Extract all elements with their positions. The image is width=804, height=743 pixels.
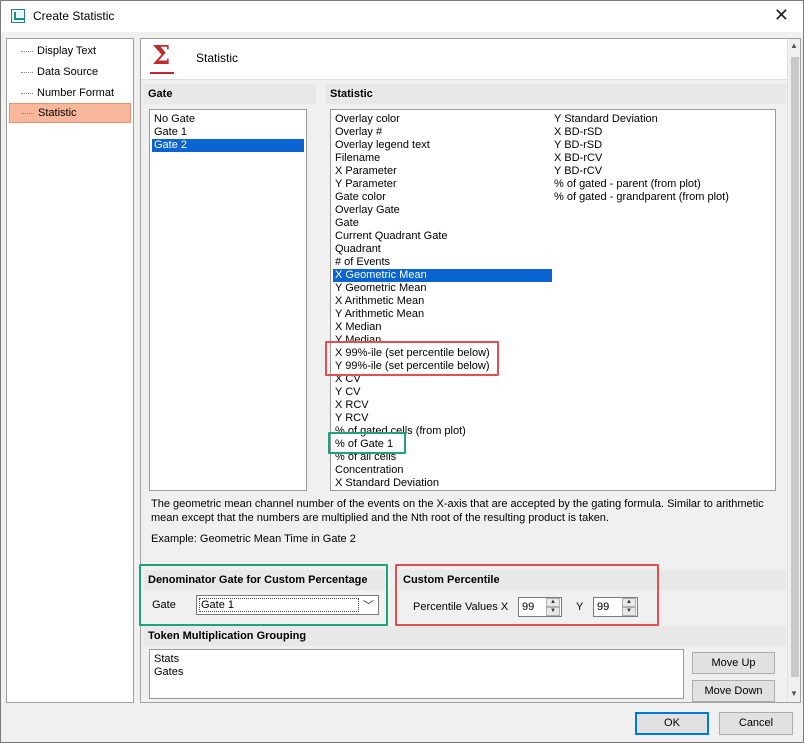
gate-section-label: Gate [144,84,316,104]
statistic-item[interactable]: Concentration [333,464,552,477]
page-header: Σ Statistic [141,39,800,80]
nav-tree: Display Text Data Source Number Format S… [6,38,134,703]
statistic-item[interactable]: Y Geometric Mean [333,282,552,295]
statistic-item[interactable]: X BD-rCV [552,152,602,165]
create-statistic-dialog: Create Statistic ✕ Display Text Data Sou… [0,0,804,743]
statistic-item[interactable]: Filename [333,152,552,165]
statistic-item[interactable]: X BD-rSD [552,126,602,139]
sigma-underline [150,72,174,74]
statistic-item[interactable]: # of Events [333,256,552,269]
statistic-item[interactable]: Gate [333,217,552,230]
gate-listbox[interactable]: No Gate Gate 1 Gate 2 [149,109,307,491]
statistic-item[interactable]: Overlay # [333,126,552,139]
gate-item-gate-1[interactable]: Gate 1 [152,126,304,139]
scroll-down-icon[interactable]: ▼ [790,689,798,698]
statistic-item[interactable]: Current Quadrant Gate [333,230,552,243]
statistic-item[interactable]: Y BD-rCV [552,165,602,178]
content-panel: Σ Statistic Gate No Gate Gate 1 Gate 2 S… [139,38,801,703]
move-down-button[interactable]: Move Down [692,680,775,702]
gate-item-no-gate[interactable]: No Gate [152,113,304,126]
title-bar: Create Statistic ✕ [1,1,803,32]
statistic-description: The geometric mean channel number of the… [151,498,764,524]
statistic-item[interactable]: X Parameter [333,165,552,178]
statistic-example: Example: Geometric Mean Time in Gate 2 [151,533,356,545]
token-item-gates[interactable]: Gates [152,666,183,679]
statistic-item[interactable]: Overlay color [333,113,552,126]
statistic-section-label: Statistic [326,84,786,104]
scroll-thumb[interactable] [791,57,799,677]
close-icon[interactable]: ✕ [774,5,789,26]
statistic-item[interactable]: Y Arithmetic Mean [333,308,552,321]
scroll-up-icon[interactable]: ▲ [790,41,798,50]
content-scrollbar[interactable]: ▲ ▼ [787,39,800,702]
statistic-item[interactable]: Y BD-rSD [552,139,602,152]
statistic-item[interactable]: % of gated - grandparent (from plot) [552,191,729,204]
cancel-button[interactable]: Cancel [719,712,793,735]
statistic-item[interactable]: X Standard Deviation [333,477,552,490]
nav-item-number-format[interactable]: Number Format [9,84,131,102]
nav-item-display-text[interactable]: Display Text [9,42,131,60]
statistic-item[interactable]: Y CV [333,386,552,399]
sigma-icon: Σ [152,41,171,71]
denominator-highlight [139,564,388,626]
token-section-label: Token Multiplication Grouping [144,626,786,646]
statistic-item[interactable]: Y Parameter [333,178,552,191]
statistic-item[interactable]: X Arithmetic Mean [333,295,552,308]
move-up-button[interactable]: Move Up [692,652,775,674]
gate-item-gate-2[interactable]: Gate 2 [152,139,304,152]
statistic-item[interactable]: Quadrant [333,243,552,256]
nav-item-statistic[interactable]: Statistic [9,103,131,123]
statistic-item[interactable]: Gate color [333,191,552,204]
statistic-item[interactable]: X Geometric Mean [333,269,552,282]
statistic-item[interactable]: X Median [333,321,552,334]
nav-item-data-source[interactable]: Data Source [9,63,131,81]
statistic-item[interactable]: Y RCV [333,412,552,425]
token-item-stats[interactable]: Stats [152,653,179,666]
percentile-highlight [395,564,659,626]
window-title: Create Statistic [33,9,115,23]
token-listbox[interactable]: Stats Gates [149,649,684,699]
ok-button[interactable]: OK [635,712,709,735]
chart-icon [11,9,25,23]
page-title: Statistic [196,51,239,65]
statistic-item[interactable]: Overlay legend text [333,139,552,152]
statistic-item[interactable]: Y Standard Deviation [552,113,658,126]
statistic-item[interactable]: X RCV [333,399,552,412]
percentile-items-highlight [325,341,499,376]
statistic-item[interactable]: % of gated - parent (from plot) [552,178,701,191]
statistic-item[interactable]: Overlay Gate [333,204,552,217]
gate-percent-highlight [328,432,406,454]
